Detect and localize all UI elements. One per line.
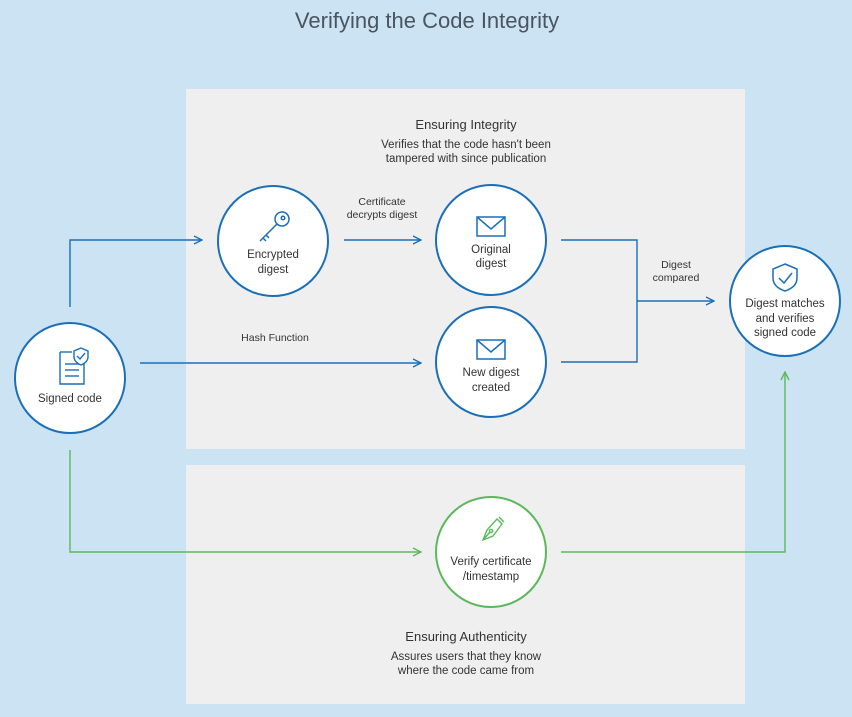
node-verify-certificate: Verify certificate /timestamp	[435, 496, 547, 608]
integrity-heading: Ensuring Integrity	[415, 117, 517, 132]
node-encrypted-digest: Encrypted digest	[217, 185, 329, 297]
edge-label-compared-2: compared	[653, 272, 700, 284]
page-title: Verifying the Code Integrity	[295, 8, 559, 33]
integrity-desc-line2: tampered with since publication	[386, 153, 546, 165]
node-original-digest: Original digest	[435, 184, 547, 296]
edge-label-hash: Hash Function	[241, 332, 309, 344]
authenticity-heading: Ensuring Authenticity	[405, 629, 527, 644]
node-encrypted-digest-line1: Encrypted	[247, 249, 299, 261]
node-new-digest: New digest created	[435, 306, 547, 418]
authenticity-desc-line2: where the code came from	[397, 665, 534, 677]
node-new-digest-line1: New digest	[463, 367, 521, 379]
authenticity-desc-line1: Assures users that they know	[391, 651, 542, 663]
node-verify-certificate-line1: Verify certificate	[450, 556, 531, 568]
node-digest-matches: Digest matches and verifies signed code	[729, 245, 841, 357]
edge-label-certificate-1: Certificate	[358, 196, 405, 208]
node-original-digest-line2: digest	[476, 258, 507, 270]
node-digest-matches-line2: and verifies	[756, 313, 815, 325]
node-verify-certificate-line2: /timestamp	[463, 571, 519, 583]
node-new-digest-line2: created	[472, 382, 510, 394]
node-signed-code: Signed code	[14, 322, 126, 434]
node-encrypted-digest-line2: digest	[258, 264, 289, 276]
edge-label-certificate-2: decrypts digest	[347, 209, 418, 221]
integrity-desc-line1: Verifies that the code hasn't been	[381, 139, 551, 151]
node-digest-matches-line1: Digest matches	[745, 298, 825, 310]
code-integrity-diagram: Verifying the Code Integrity Ensuring In…	[14, 8, 841, 704]
node-digest-matches-line3: signed code	[754, 327, 816, 339]
edge-label-compared-1: Digest	[661, 259, 691, 271]
node-signed-code-label: Signed code	[38, 393, 102, 405]
edge-signed-to-encrypted	[69, 240, 202, 307]
node-original-digest-line1: Original	[471, 244, 511, 256]
